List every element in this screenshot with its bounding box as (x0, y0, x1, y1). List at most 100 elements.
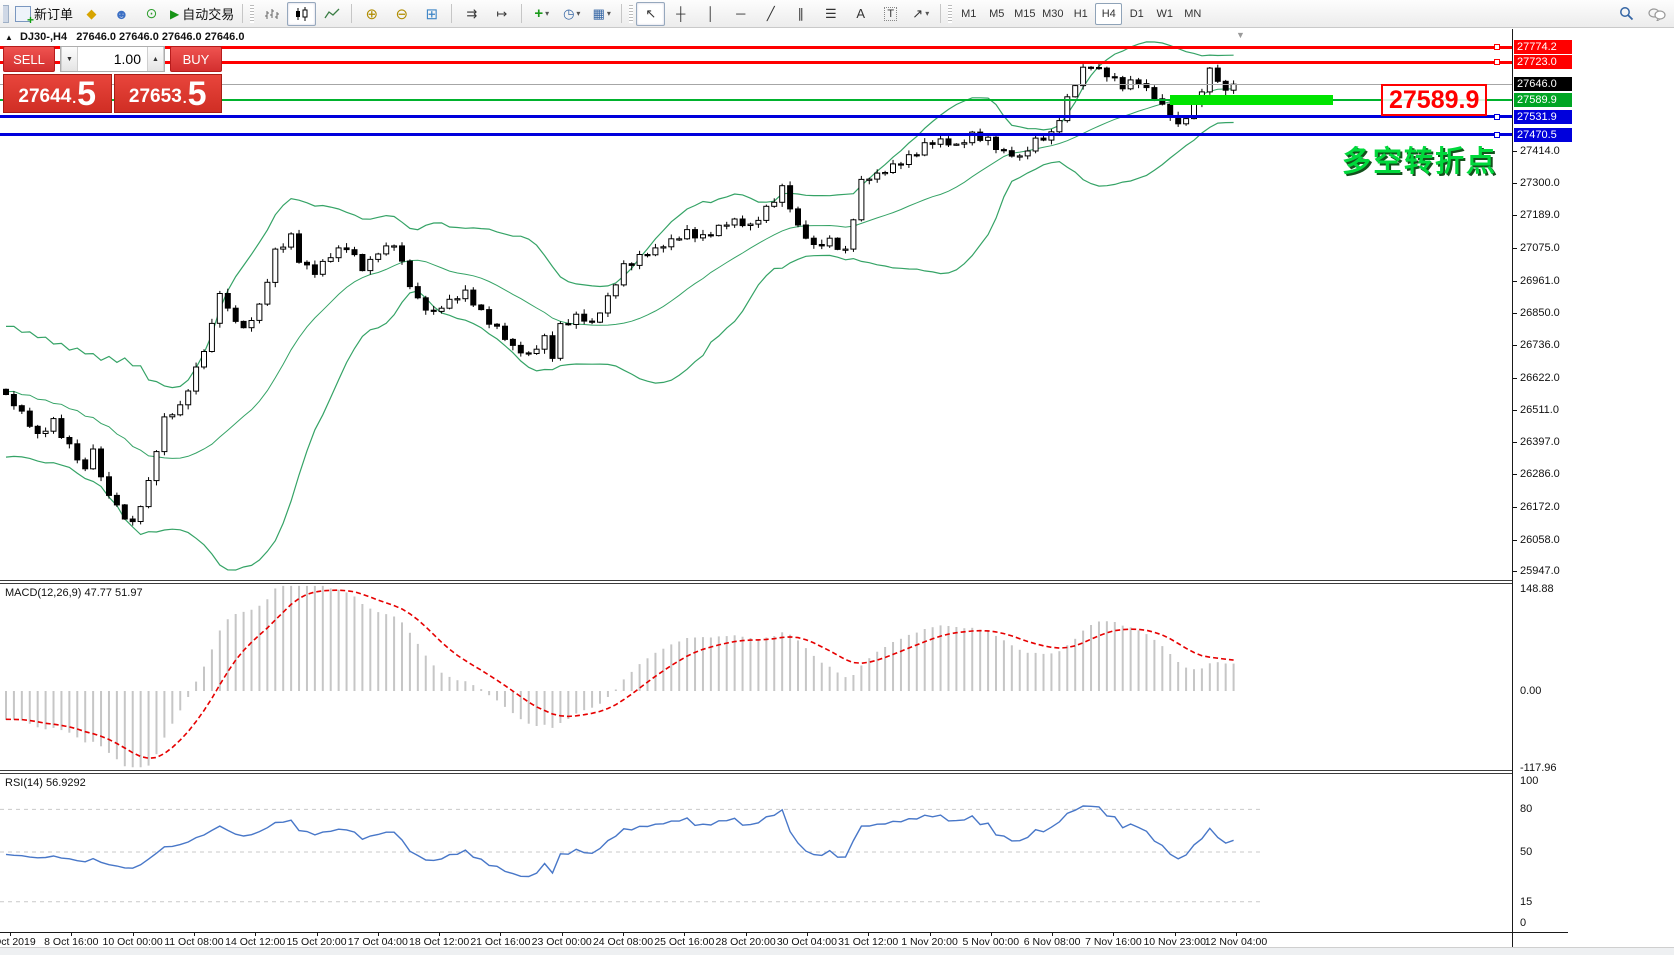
indicators-button[interactable]: +▾ (527, 2, 556, 26)
axis-tick (1513, 281, 1517, 282)
horizontal-line-object[interactable] (0, 133, 1512, 136)
text-tool-button[interactable]: A (846, 2, 875, 26)
sell-button[interactable]: SELL (3, 46, 55, 72)
line-handle[interactable] (1494, 132, 1500, 138)
sell-price-display[interactable]: 27644.5 (3, 74, 112, 113)
timeframe-mn[interactable]: MN (1179, 3, 1206, 25)
timeframe-d1[interactable]: D1 (1123, 3, 1150, 25)
chart-title: ▲ DJ30-,H4 27646.0 27646.0 27646.0 27646… (5, 31, 244, 43)
zoom-in-button[interactable]: ⊕ (357, 2, 386, 26)
price-tick-label: 26511.0 (1520, 404, 1559, 416)
macd-panel[interactable] (0, 584, 1512, 770)
channel-tool-button[interactable]: ∥ (786, 2, 815, 26)
collapse-icon[interactable]: ▲ (5, 33, 13, 42)
main-price-chart[interactable] (0, 30, 1512, 580)
price-tick-label: 26172.0 (1520, 501, 1560, 513)
thick-green-trend-segment[interactable] (1170, 95, 1333, 105)
arrow-tool-icon: ↗ (912, 6, 923, 22)
chevron-down-icon: ▾ (607, 9, 611, 18)
channel-icon: ∥ (798, 6, 805, 22)
bar-chart-button[interactable] (257, 2, 286, 26)
timeframe-m15[interactable]: M15 (1011, 3, 1038, 25)
cursor-tool-button[interactable]: ↖ (636, 2, 665, 26)
axis-tick (1513, 313, 1517, 314)
horizontal-line-object[interactable] (0, 46, 1512, 49)
horizontal-line-object[interactable] (0, 84, 1512, 85)
vline-tool-button[interactable]: │ (696, 2, 725, 26)
signal-button[interactable]: ⊙ (137, 2, 166, 26)
timeframe-h4[interactable]: H4 (1095, 3, 1122, 25)
cn-annotation-text[interactable]: 多空转折点 (1342, 138, 1497, 180)
horizontal-line-icon: ─ (736, 6, 745, 21)
crosshair-tool-button[interactable]: ┼ (666, 2, 695, 26)
line-handle[interactable] (1494, 44, 1500, 50)
chevron-down-icon: ▾ (576, 9, 580, 18)
lot-increase-button[interactable]: ▲ (147, 47, 164, 71)
autotrade-button[interactable]: ▶ 自动交易 (167, 2, 237, 26)
templates-icon: ▦ (593, 6, 605, 22)
horizontal-line-object[interactable] (0, 115, 1512, 118)
axis-tick (1513, 507, 1517, 508)
rsi-tick-label: 15 (1520, 896, 1532, 908)
macd-tick-label: 0.00 (1520, 685, 1541, 697)
line-chart-button[interactable] (317, 2, 346, 26)
macd-label: MACD(12,26,9) 47.77 51.97 (5, 587, 143, 599)
gold-diamond-button[interactable]: ◆ (77, 2, 106, 26)
autotrade-icon: ▶ (170, 7, 179, 21)
person-icon: ☻ (114, 6, 129, 22)
hline-tool-button[interactable]: ─ (726, 2, 755, 26)
timeframe-m30[interactable]: M30 (1039, 3, 1066, 25)
bar-chart-icon (264, 7, 280, 21)
fibonacci-tool-button[interactable]: ☰ (816, 2, 845, 26)
chart-shift-marker: ▼ (1236, 30, 1245, 40)
candlestick-chart-icon (294, 7, 310, 21)
crosshair-icon: ┼ (676, 6, 685, 21)
chat-button[interactable] (1642, 2, 1671, 26)
rsi-label: RSI(14) 56.9292 (5, 777, 86, 789)
price-callout-label[interactable]: 27589.9 (1381, 84, 1487, 116)
new-order-button[interactable]: 新订单 (12, 2, 76, 26)
profile-button[interactable]: ☻ (107, 2, 136, 26)
tile-windows-button[interactable]: ⊞ (417, 2, 446, 26)
chart-shift-button[interactable]: ↦ (487, 2, 516, 26)
candle-chart-button[interactable] (287, 2, 316, 26)
price-axis[interactable]: 27774.227723.027646.027589.927531.927470… (1512, 29, 1674, 947)
price-tick-label: 27300.0 (1520, 177, 1560, 189)
trendline-tool-button[interactable]: ╱ (756, 2, 785, 26)
line-handle[interactable] (1494, 59, 1500, 65)
line-chart-icon (324, 7, 340, 21)
periods-button[interactable]: ◷▾ (557, 2, 586, 26)
window-bottom-strip (0, 947, 1674, 955)
price-tick-label: 26622.0 (1520, 372, 1560, 384)
label-tool-button[interactable]: T (876, 2, 905, 26)
axis-tick (1513, 540, 1517, 541)
autoscroll-icon: ⇉ (466, 6, 477, 22)
timeframe-h1[interactable]: H1 (1067, 3, 1094, 25)
rsi-tick-label: 80 (1520, 803, 1532, 815)
lot-size-input[interactable]: 1.00 (78, 47, 147, 71)
line-handle[interactable] (1494, 114, 1500, 120)
axis-tick (1513, 410, 1517, 411)
templates-button[interactable]: ▦▾ (587, 2, 616, 26)
timeframe-m1[interactable]: M1 (955, 3, 982, 25)
search-button[interactable] (1612, 2, 1641, 26)
rsi-panel[interactable] (0, 774, 1512, 932)
timeframe-m5[interactable]: M5 (983, 3, 1010, 25)
arrows-tool-button[interactable]: ↗▾ (906, 2, 935, 26)
sell-price-pip: 5 (77, 78, 96, 110)
lot-decrease-button[interactable]: ▼ (61, 47, 78, 71)
price-tick-label: 27075.0 (1520, 242, 1560, 254)
signal-icon: ⊙ (146, 5, 158, 22)
timeframe-w1[interactable]: W1 (1151, 3, 1178, 25)
price-tick-label: 25947.0 (1520, 565, 1560, 577)
horizontal-line-object[interactable] (0, 61, 1512, 64)
zoom-out-button[interactable]: ⊖ (387, 2, 416, 26)
buy-price-display[interactable]: 27653.5 (114, 74, 223, 113)
zoom-out-icon: ⊖ (395, 5, 408, 23)
price-line-label: 27646.0 (1514, 77, 1572, 91)
buy-button[interactable]: BUY (170, 46, 222, 72)
chart-shift-icon: ↦ (496, 6, 507, 22)
autoscroll-button[interactable]: ⇉ (457, 2, 486, 26)
lot-size-control: ▼ 1.00 ▲ (60, 46, 165, 72)
rsi-tick-label: 100 (1520, 775, 1538, 787)
